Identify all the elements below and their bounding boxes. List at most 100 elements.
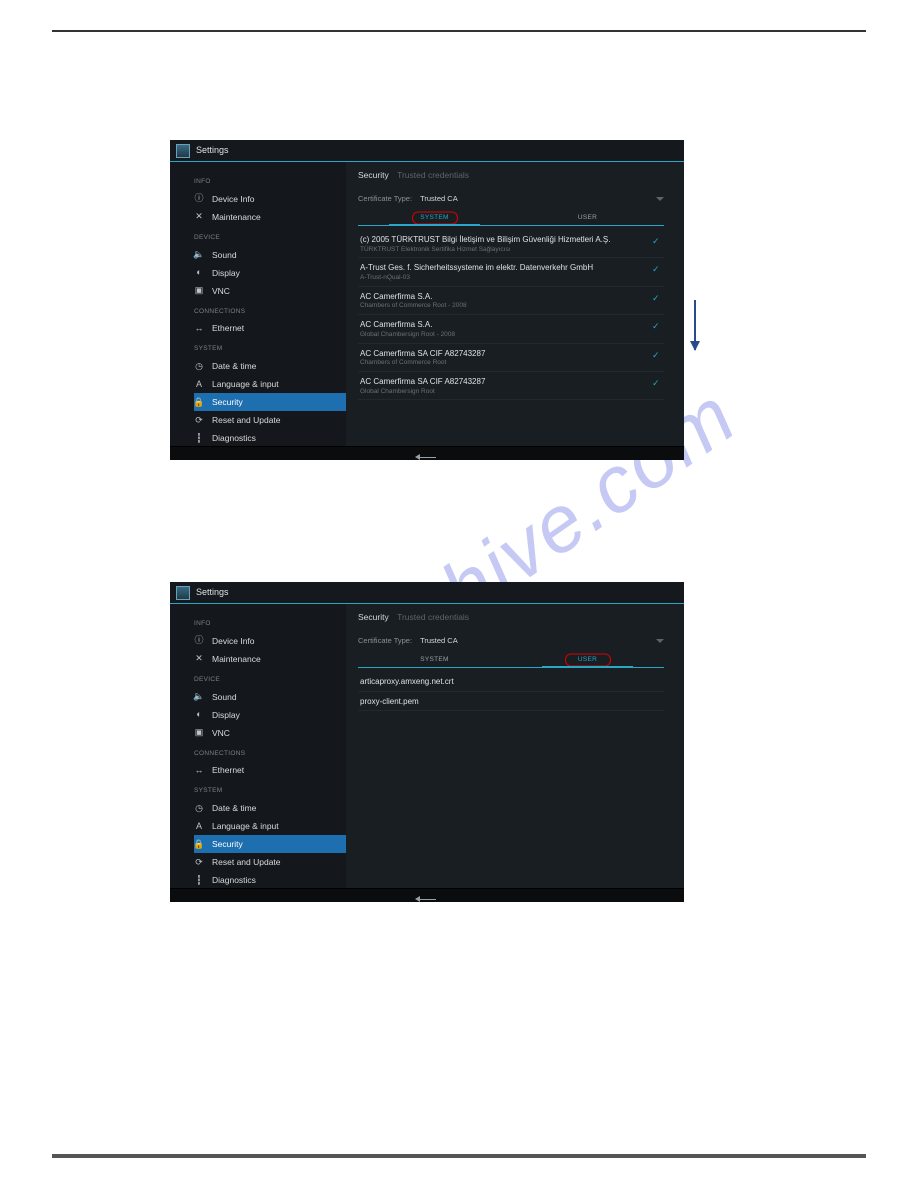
crumb-subtitle: Trusted credentials [397, 612, 469, 622]
sidebar-item-label: Display [212, 268, 240, 278]
cert-subtitle: Chambers of Commerce Root [360, 359, 646, 367]
tab-system[interactable]: SYSTEM [358, 211, 511, 225]
sidebar-group-label: SYSTEM [194, 345, 346, 353]
sidebar-item-label: VNC [212, 286, 230, 296]
sidebar-item-sound[interactable]: 🔈Sound [194, 688, 346, 706]
back-icon[interactable] [418, 892, 436, 900]
sidebar-item-label: Security [212, 839, 243, 849]
crumb-subtitle: Trusted credentials [397, 170, 469, 180]
cert-type-value: Trusted CA [420, 636, 458, 645]
sidebar-group-label: SYSTEM [194, 787, 346, 795]
reset-update-icon: ⟳ [194, 857, 204, 867]
sidebar-item-device-info[interactable]: ⓘDevice Info [194, 632, 346, 650]
reset-update-icon: ⟳ [194, 415, 204, 425]
cert-name: proxy-client.pem [360, 697, 662, 707]
cert-subtitle: Chambers of Commerce Root - 2008 [360, 302, 646, 310]
list-item[interactable]: A-Trust Ges. f. Sicherheitssysteme im el… [358, 258, 664, 286]
sidebar-item-label: Language & input [212, 821, 279, 831]
sidebar-item-label: Security [212, 397, 243, 407]
list-item[interactable]: AC Camerfirma S.A.Chambers of Commerce R… [358, 287, 664, 315]
sidebar-group-label: CONNECTIONS [194, 750, 346, 758]
check-icon[interactable]: ✓ [652, 236, 662, 246]
check-icon[interactable]: ✓ [652, 264, 662, 274]
list-item[interactable]: AC Camerfirma SA CIF A82743287Global Cha… [358, 372, 664, 400]
cert-name: A-Trust Ges. f. Sicherheitssysteme im el… [360, 263, 646, 273]
cert-type-label: Certificate Type: [358, 636, 412, 645]
sidebar-item-display[interactable]: ◐ Display [194, 264, 346, 282]
check-icon[interactable]: ✓ [652, 378, 662, 388]
diagnostics-icon: ┇ [194, 433, 204, 443]
list-item[interactable]: AC Camerfirma S.A.Global Chambersign Roo… [358, 315, 664, 343]
sidebar-item-label: Language & input [212, 379, 279, 389]
cert-subtitle: Global Chambersign Root - 2008 [360, 331, 646, 339]
sidebar-item-date-time[interactable]: ◷Date & time [194, 799, 346, 817]
sidebar-item-date-time[interactable]: ◷Date & time [194, 357, 346, 375]
arrow-annotation [694, 300, 696, 350]
maintenance-icon: ✕ [194, 654, 204, 664]
app-title: Settings [196, 587, 229, 598]
sidebar-group-label: DEVICE [194, 234, 346, 242]
breadcrumb: Security Trusted credentials [358, 170, 664, 180]
sidebar-item-vnc[interactable]: ▣VNC [194, 282, 346, 300]
cert-type-row[interactable]: Certificate Type: Trusted CA [358, 636, 664, 645]
sidebar-item-security[interactable]: 🔒Security [194, 393, 346, 411]
sidebar-item-maintenance[interactable]: ✕Maintenance [194, 208, 346, 226]
crumb-title: Security [358, 612, 389, 622]
device-info-icon: ⓘ [194, 194, 204, 204]
sidebar-item-label: Date & time [212, 803, 256, 813]
titlebar: Settings [170, 582, 684, 604]
screenshot-system-tab: Settings INFOⓘDevice Info✕MaintenanceDEV… [170, 140, 684, 460]
sidebar-item-maintenance[interactable]: ✕Maintenance [194, 650, 346, 668]
tab-system[interactable]: SYSTEM [358, 653, 511, 667]
sidebar-item-display[interactable]: ◐Display [194, 706, 346, 724]
language-input-icon: A [194, 821, 204, 831]
language-input-icon: A [194, 379, 204, 389]
maintenance-icon: ✕ [194, 212, 204, 222]
sidebar-item-language-input[interactable]: A Language & input [194, 817, 346, 835]
crumb-title: Security [358, 170, 389, 180]
list-item[interactable]: (c) 2005 TÜRKTRUST Bilgi İletişim ve Bil… [358, 230, 664, 258]
ethernet-icon: ↔ [194, 765, 204, 775]
settings-icon [176, 586, 190, 600]
list-item[interactable]: articaproxy.amxeng.net.crt [358, 672, 664, 692]
tab-user[interactable]: USER [511, 211, 664, 225]
sidebar-item-ethernet[interactable]: ↔ Ethernet [194, 761, 346, 779]
cert-name: AC Camerfirma SA CIF A82743287 [360, 349, 646, 359]
sidebar-group-label: DEVICE [194, 676, 346, 684]
cert-name: AC Camerfirma S.A. [360, 292, 646, 302]
display-icon: ◐ [194, 268, 204, 278]
sidebar-item-diagnostics[interactable]: ┇ Diagnostics [194, 429, 346, 447]
sidebar-item-device-info[interactable]: ⓘ Device Info [194, 190, 346, 208]
check-icon[interactable]: ✓ [652, 321, 662, 331]
dropdown-icon [656, 639, 664, 643]
tab-user[interactable]: USER [511, 653, 664, 667]
check-icon[interactable]: ✓ [652, 350, 662, 360]
cert-name: (c) 2005 TÜRKTRUST Bilgi İletişim ve Bil… [360, 235, 646, 245]
sidebar-item-label: Ethernet [212, 765, 244, 775]
sidebar-item-label: Reset and Update [212, 415, 281, 425]
security-icon: 🔒 [194, 839, 204, 849]
sidebar-item-security[interactable]: 🔒 Security [194, 835, 346, 853]
list-item[interactable]: proxy-client.pem [358, 692, 664, 712]
cert-subtitle: Global Chambersign Root [360, 388, 646, 396]
sidebar-group-label: CONNECTIONS [194, 308, 346, 316]
sidebar-item-label: Date & time [212, 361, 256, 371]
cert-subtitle: TÜRKTRUST Elektronik Sertifika Hizmet Sa… [360, 246, 646, 254]
vnc-icon: ▣ [194, 728, 204, 738]
sound-icon: 🔈 [194, 250, 204, 260]
sidebar-item-diagnostics[interactable]: ┇Diagnostics [194, 871, 346, 889]
sidebar-item-ethernet[interactable]: ↔Ethernet [194, 319, 346, 337]
sidebar-item-sound[interactable]: 🔈Sound [194, 246, 346, 264]
sidebar-item-reset-update[interactable]: ⟳ Reset and Update [194, 853, 346, 871]
sidebar-item-reset-update[interactable]: ⟳ Reset and Update [194, 411, 346, 429]
diagnostics-icon: ┇ [194, 875, 204, 885]
list-item[interactable]: AC Camerfirma SA CIF A82743287Chambers o… [358, 344, 664, 372]
back-icon[interactable] [418, 450, 436, 458]
sidebar-item-label: Diagnostics [212, 433, 256, 443]
cert-type-row[interactable]: Certificate Type: Trusted CA [358, 194, 664, 203]
sidebar-item-label: Device Info [212, 194, 255, 204]
check-icon[interactable]: ✓ [652, 293, 662, 303]
sidebar-item-label: Reset and Update [212, 857, 281, 867]
sidebar-item-vnc[interactable]: ▣VNC [194, 724, 346, 742]
sidebar-item-language-input[interactable]: A Language & input [194, 375, 346, 393]
